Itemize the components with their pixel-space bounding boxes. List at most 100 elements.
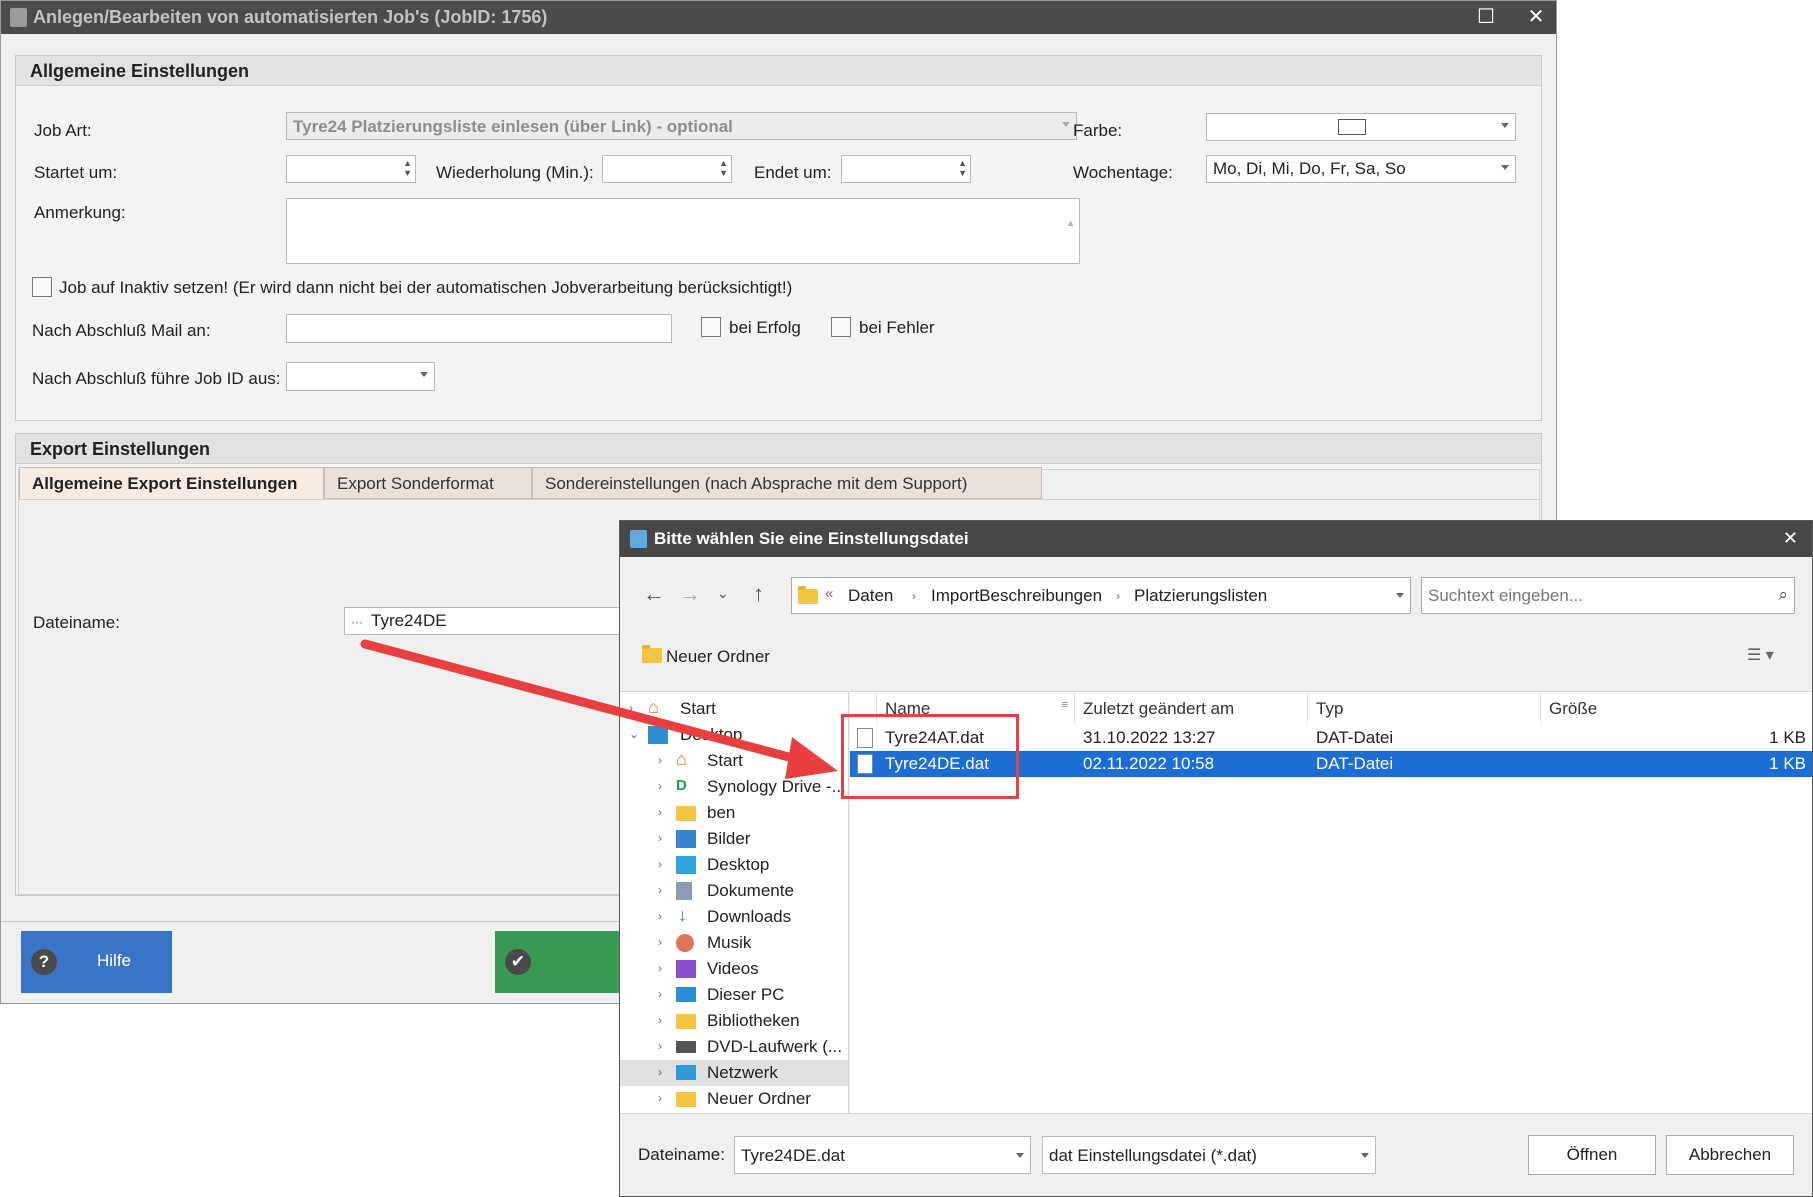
chevron-right-icon[interactable]: › [658, 805, 662, 819]
column-header-size[interactable]: Größe [1541, 692, 1812, 723]
tab-sondereinstellungen[interactable]: Sondereinstellungen (nach Absprache mit … [532, 467, 1042, 499]
spin-icon[interactable]: ▲ ▼ [719, 158, 728, 178]
highlight-box [841, 714, 1019, 799]
chevron-right-icon[interactable]: › [658, 987, 662, 1001]
job-id-select[interactable] [286, 362, 435, 391]
spin-icon[interactable]: ▲ ▼ [958, 158, 967, 178]
tree-item-start-sub[interactable]: › ⌂ Start [620, 748, 848, 774]
tree-label: Videos [707, 959, 759, 978]
back-arrow-icon[interactable]: ← [643, 581, 665, 607]
tree-item-dieser-pc[interactable]: › Dieser PC [620, 982, 848, 1008]
bei-fehler-checkbox[interactable] [831, 317, 851, 337]
tree-item-ben[interactable]: › ben [620, 800, 848, 826]
chevron-down-icon [1062, 122, 1070, 127]
dateiname-input[interactable]: ··· Tyre24DE [344, 607, 644, 635]
dateiname-label: Dateiname: [33, 613, 120, 632]
address-bar[interactable]: « Daten › ImportBeschreibungen › Platzie… [791, 577, 1411, 614]
tree-label: DVD-Laufwerk (... [707, 1037, 843, 1056]
filename-input[interactable]: Tyre24DE.dat [734, 1136, 1031, 1174]
tree-label: Dieser PC [707, 985, 785, 1004]
hilfe-button[interactable]: ? Hilfe [21, 931, 172, 993]
tree-item-videos[interactable]: › Videos [620, 956, 848, 982]
search-input[interactable]: Suchtext eingeben... ⌕ [1421, 577, 1795, 614]
chevron-right-icon[interactable]: › [658, 935, 662, 949]
chevron-right-icon[interactable]: › [658, 1091, 662, 1105]
wiederholung-label: Wiederholung (Min.): [436, 163, 594, 182]
up-arrow-icon[interactable]: ↑ [753, 581, 764, 607]
dialog-app-icon [630, 530, 647, 548]
filetype-select[interactable]: dat Einstellungsdatei (*.dat) [1042, 1136, 1376, 1174]
inaktiv-checkbox[interactable] [32, 277, 52, 297]
wochentage-select[interactable]: Mo, Di, Mi, Do, Fr, Sa, So [1206, 155, 1516, 183]
chevron-right-icon[interactable]: › [658, 1039, 662, 1053]
chevron-down-icon[interactable] [1016, 1153, 1024, 1158]
chevron-right-icon[interactable]: › [658, 883, 662, 897]
chevron-down-icon[interactable] [1396, 593, 1404, 598]
tree-item-desktop-sub[interactable]: › Desktop [620, 852, 848, 878]
bei-fehler-label: bei Fehler [859, 318, 935, 337]
tree-item-desktop[interactable]: ⌄ Desktop [620, 722, 848, 748]
tree-label: ben [707, 803, 736, 822]
tree-item-downloads[interactable]: › ↓ Downloads [620, 904, 848, 930]
download-icon: ↓ [678, 905, 687, 925]
cancel-button[interactable]: Abbrechen [1666, 1135, 1794, 1175]
tab-export-sonderformat[interactable]: Export Sonderformat [324, 467, 532, 499]
maximize-button[interactable]: ☐ [1466, 4, 1506, 30]
breadcrumb-platzierungslisten[interactable]: Platzierungslisten [1134, 586, 1267, 606]
chevron-right-icon[interactable]: › [658, 1065, 662, 1079]
ok-button[interactable]: ✔ [495, 931, 635, 993]
view-options-icon[interactable]: ☰ ▾ [1747, 645, 1774, 665]
chevron-right-icon[interactable]: › [658, 831, 662, 845]
chevron-right-icon[interactable]: › [658, 857, 662, 871]
open-button[interactable]: Öffnen [1528, 1135, 1656, 1175]
spin-icon[interactable]: ▲ ▼ [403, 158, 412, 178]
tree-item-bilder[interactable]: › Bilder [620, 826, 848, 852]
chevron-right-icon[interactable]: › [629, 701, 633, 715]
search-icon[interactable]: ⌕ [1778, 585, 1788, 605]
bei-erfolg-checkbox[interactable] [701, 317, 721, 337]
tree-item-neuer-ordner[interactable]: › Neuer Ordner [620, 1086, 848, 1112]
dateiname-value: Tyre24DE [371, 611, 447, 630]
tree-item-musik[interactable]: › Musik [620, 930, 848, 956]
job-art-select[interactable]: Tyre24 Platzierungsliste einlesen (über … [286, 112, 1077, 140]
tab-allgemeine-export[interactable]: Allgemeine Export Einstellungen [19, 467, 324, 499]
dialog-close-button[interactable]: ✕ [1783, 528, 1798, 549]
farbe-select[interactable] [1206, 113, 1516, 141]
tree-item-bibliotheken[interactable]: › Bibliotheken [620, 1008, 848, 1034]
new-folder-label: Neuer Ordner [666, 647, 770, 666]
forward-arrow-icon[interactable]: → [679, 581, 701, 607]
tree-item-synology[interactable]: › D Synology Drive -... [620, 774, 848, 800]
scroll-arrows-icon[interactable]: ▲▼ [1066, 201, 1075, 263]
endet-input[interactable]: ▲ ▼ [841, 155, 971, 183]
chevron-right-icon[interactable]: › [658, 753, 662, 767]
breadcrumb-daten[interactable]: Daten [848, 586, 893, 606]
recent-chevron-icon[interactable]: ⌄ [717, 585, 729, 602]
sort-icon: ≡ [1061, 699, 1068, 711]
mail-input[interactable] [286, 314, 672, 343]
chevron-down-icon[interactable]: ⌄ [629, 727, 639, 741]
tree-item-dokumente[interactable]: › Dokumente [620, 878, 848, 904]
chevron-right-icon[interactable]: › [658, 779, 662, 793]
tree-item-netzwerk[interactable]: › Netzwerk [620, 1060, 848, 1086]
anmerkung-textarea[interactable]: ▲▼ [286, 198, 1080, 264]
column-header-modified[interactable]: Zuletzt geändert am [1075, 692, 1308, 723]
column-header-type[interactable]: Typ [1308, 692, 1541, 723]
breadcrumb-overflow[interactable]: « [825, 585, 833, 602]
tree-label: Synology Drive -... [707, 777, 846, 796]
tree-label: Netzwerk [707, 1063, 778, 1082]
home-icon: ⌂ [676, 749, 687, 769]
tree-item-dvd[interactable]: › DVD-Laufwerk (... [620, 1034, 848, 1060]
chevron-right-icon[interactable]: › [658, 1013, 662, 1027]
chevron-right-icon[interactable]: › [658, 909, 662, 923]
navigation-tree[interactable]: › ⌂ Start ⌄ Desktop › ⌂ Start › D Synolo… [620, 691, 849, 1113]
startet-input[interactable]: ▲ ▼ [286, 155, 416, 183]
browse-button[interactable]: ··· [351, 615, 363, 629]
close-button[interactable]: ✕ [1516, 4, 1556, 30]
tab-divider [19, 499, 1541, 500]
chevron-right-icon[interactable]: › [658, 961, 662, 975]
tree-item-start[interactable]: › ⌂ Start [620, 696, 848, 722]
wiederholung-input[interactable]: ▲ ▼ [602, 155, 732, 183]
help-icon: ? [31, 949, 57, 975]
new-folder-button[interactable]: Neuer Ordner [642, 645, 770, 667]
breadcrumb-importbeschreibungen[interactable]: ImportBeschreibungen [931, 586, 1102, 606]
